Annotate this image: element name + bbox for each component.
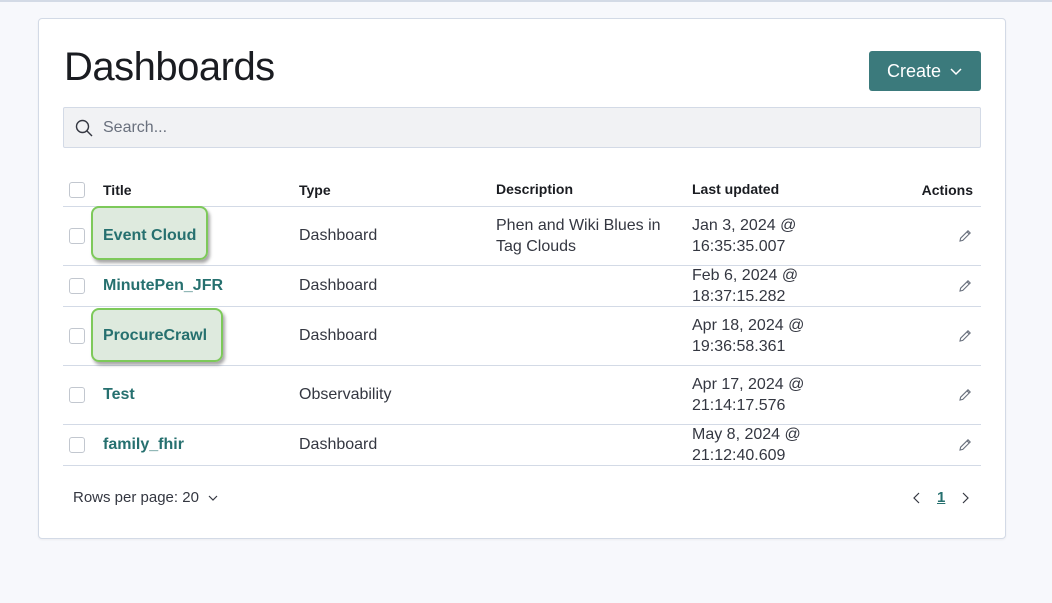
search-icon bbox=[74, 118, 94, 138]
row-checkbox[interactable] bbox=[69, 437, 85, 453]
column-header-type[interactable]: Type bbox=[299, 169, 489, 206]
pencil-icon[interactable] bbox=[957, 328, 973, 344]
table-row: ProcureCrawl Dashboard Apr 18, 2024 @19:… bbox=[63, 307, 981, 366]
column-header-actions: Actions bbox=[921, 181, 973, 198]
rows-per-page-label: Rows per page: 20 bbox=[73, 489, 199, 506]
dashboard-last-updated: May 8, 2024 @ 21:12:40.609 bbox=[692, 426, 801, 464]
table-row: Event Cloud Dashboard Phen and Wiki Blue… bbox=[63, 206, 981, 266]
search-input[interactable] bbox=[103, 118, 980, 137]
chevron-down-icon bbox=[207, 492, 219, 504]
table-row: Test Observability Apr 17, 2024 @21:14:1… bbox=[63, 366, 981, 425]
search-box[interactable] bbox=[63, 107, 981, 148]
pencil-icon[interactable] bbox=[957, 437, 973, 453]
dashboard-title-link[interactable]: Event Cloud bbox=[103, 207, 293, 265]
top-divider bbox=[0, 0, 1052, 2]
row-checkbox[interactable] bbox=[69, 387, 85, 403]
column-header-last-updated[interactable]: Last updated bbox=[692, 169, 892, 206]
column-header-description[interactable]: Description bbox=[496, 169, 686, 206]
dashboard-title-link[interactable]: family_fhir bbox=[103, 425, 293, 465]
chevron-right-icon[interactable] bbox=[959, 492, 971, 504]
dashboard-last-updated: Apr 18, 2024 @19:36:58.361 bbox=[692, 317, 805, 355]
chevron-left-icon[interactable] bbox=[911, 492, 923, 504]
dashboard-title-link[interactable]: ProcureCrawl bbox=[103, 307, 293, 365]
select-all-checkbox[interactable] bbox=[69, 181, 85, 198]
dashboard-type: Observability bbox=[299, 386, 392, 403]
dashboard-last-updated: Jan 3, 2024 @ 16:35:35.007 bbox=[692, 217, 797, 255]
table-row: MinutePen_JFR Dashboard Feb 6, 2024 @ 18… bbox=[63, 266, 981, 307]
dashboard-description: Phen and Wiki Blues in Tag Clouds bbox=[496, 217, 661, 255]
dashboard-description bbox=[496, 307, 686, 365]
create-button-label: Create bbox=[886, 60, 942, 81]
dashboard-description bbox=[496, 266, 686, 306]
row-checkbox[interactable] bbox=[69, 328, 85, 344]
pencil-icon[interactable] bbox=[957, 387, 973, 403]
dashboard-last-updated: Feb 6, 2024 @ 18:37:15.282 bbox=[692, 267, 799, 305]
rows-per-page-selector[interactable]: Rows per page: 20 bbox=[73, 489, 219, 506]
dashboard-title-link[interactable]: MinutePen_JFR bbox=[103, 266, 293, 306]
dashboard-last-updated: Apr 17, 2024 @21:14:17.576 bbox=[692, 376, 805, 414]
row-checkbox[interactable] bbox=[69, 278, 85, 294]
page-title: Dashboards bbox=[64, 45, 275, 89]
dashboard-description bbox=[496, 366, 686, 424]
dashboard-title-link[interactable]: Test bbox=[103, 366, 293, 424]
page-number-1[interactable]: 1 bbox=[937, 489, 945, 506]
pencil-icon[interactable] bbox=[957, 278, 973, 294]
dashboards-table: Title Type Description Last updated Acti… bbox=[63, 169, 981, 466]
column-header-title[interactable]: Title bbox=[103, 169, 293, 206]
pagination: 1 bbox=[911, 489, 971, 506]
chevron-down-icon bbox=[949, 64, 963, 78]
create-button[interactable]: Create bbox=[869, 51, 981, 91]
dashboard-type: Dashboard bbox=[299, 327, 378, 344]
dashboard-description bbox=[496, 425, 686, 465]
table-row: family_fhir Dashboard May 8, 2024 @ 21:1… bbox=[63, 425, 981, 466]
dashboard-type: Dashboard bbox=[299, 227, 378, 244]
dashboards-panel: Dashboards Create Title Type Description… bbox=[38, 18, 1006, 539]
pencil-icon[interactable] bbox=[957, 228, 973, 244]
dashboard-type: Dashboard bbox=[299, 436, 378, 453]
table-header-row: Title Type Description Last updated Acti… bbox=[63, 169, 981, 207]
dashboard-type: Dashboard bbox=[299, 277, 378, 294]
row-checkbox[interactable] bbox=[69, 228, 85, 244]
